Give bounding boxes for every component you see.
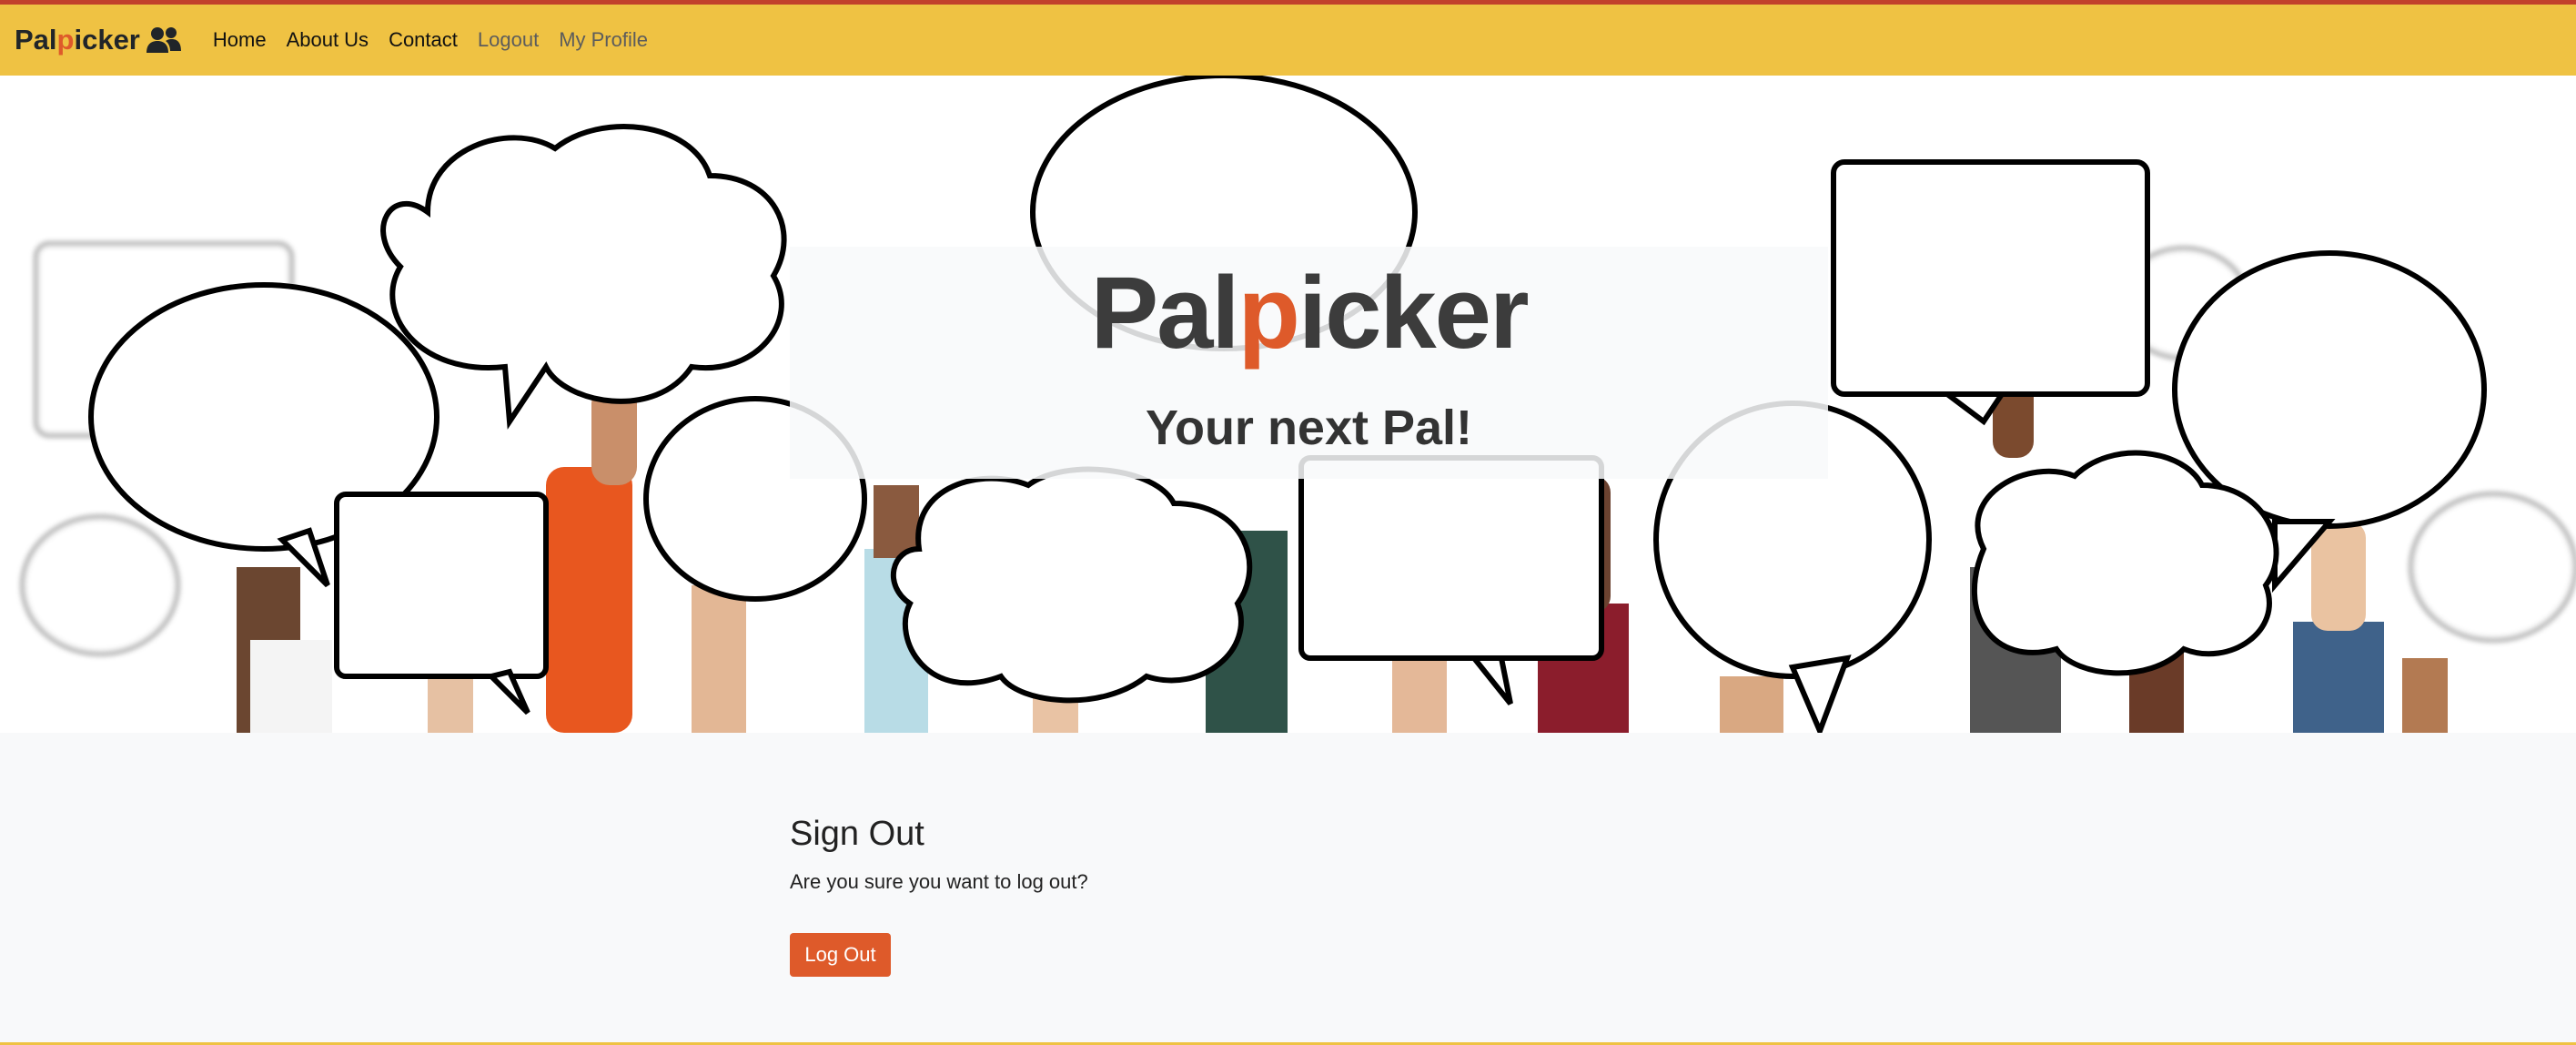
- hero-card: Palpicker Your next Pal!: [790, 247, 1828, 479]
- signout-question: Are you sure you want to log out?: [790, 870, 1088, 893]
- hero-title-suffix: icker: [1298, 256, 1530, 370]
- navbar: Pal p icker Home About Us Contact Logout M…: [0, 5, 2576, 76]
- brand-suffix: icker: [74, 24, 140, 56]
- brand-prefix: Pal: [15, 24, 57, 56]
- hero-title-prefix: Pal: [1090, 256, 1239, 370]
- nav-contact-link[interactable]: Contact: [389, 5, 458, 76]
- nav-home-link[interactable]: Home: [213, 5, 267, 76]
- hero-title-accent: p: [1237, 256, 1300, 370]
- signout-heading: Sign Out: [790, 815, 924, 853]
- signout-section: Sign Out Are you sure you want to log ou…: [790, 815, 1791, 977]
- nav-links: Home About Us Contact Logout My Profile: [193, 5, 648, 76]
- nav-profile-link[interactable]: My Profile: [559, 5, 648, 76]
- brand-logo[interactable]: Pal p icker: [15, 24, 182, 56]
- users-icon: [146, 27, 181, 53]
- logout-button[interactable]: Log Out: [790, 933, 891, 977]
- nav-logout-link[interactable]: Logout: [478, 5, 539, 76]
- brand-accent: p: [56, 24, 75, 56]
- hero-subtitle: Your next Pal!: [1145, 401, 1473, 455]
- hero-banner: Palpicker Your next Pal!: [0, 76, 2576, 733]
- hero-title: Palpicker: [790, 254, 1828, 371]
- nav-about-link[interactable]: About Us: [287, 5, 369, 76]
